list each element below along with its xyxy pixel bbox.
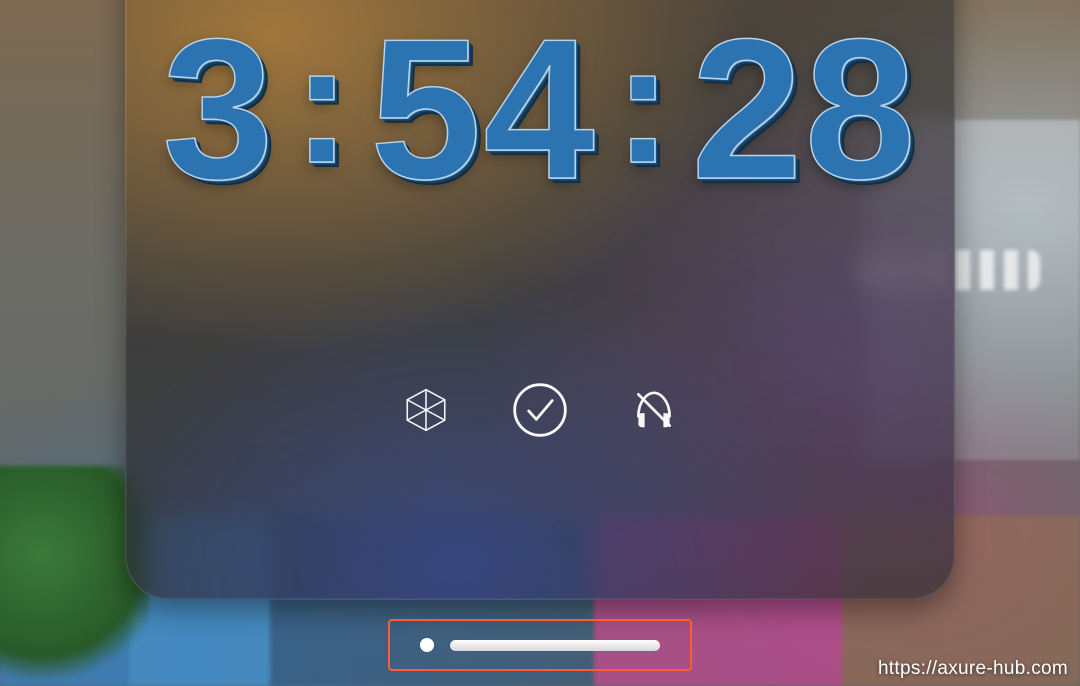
window-handle-highlight [388, 619, 692, 671]
watermark-text: https://axure-hub.com [878, 658, 1068, 680]
window-move-bar[interactable] [450, 640, 660, 651]
time-hours: 3 [162, 10, 275, 210]
time-sep-1: : [294, 19, 353, 189]
time-sep-2: : [615, 19, 674, 189]
cube-wireframe-icon[interactable] [396, 380, 456, 440]
time-display: 3 : 54 : 28 [125, 10, 955, 210]
time-seconds: 28 [691, 10, 917, 210]
window-close-dot[interactable] [420, 638, 434, 652]
checkmark-circle-icon[interactable] [510, 380, 570, 440]
panel-icon-row [125, 380, 955, 440]
headphones-off-icon[interactable] [624, 380, 684, 440]
scene-root: 3 : 54 : 28 [0, 0, 1080, 686]
time-minutes: 54 [370, 10, 596, 210]
floating-panel: 3 : 54 : 28 [125, 0, 955, 600]
